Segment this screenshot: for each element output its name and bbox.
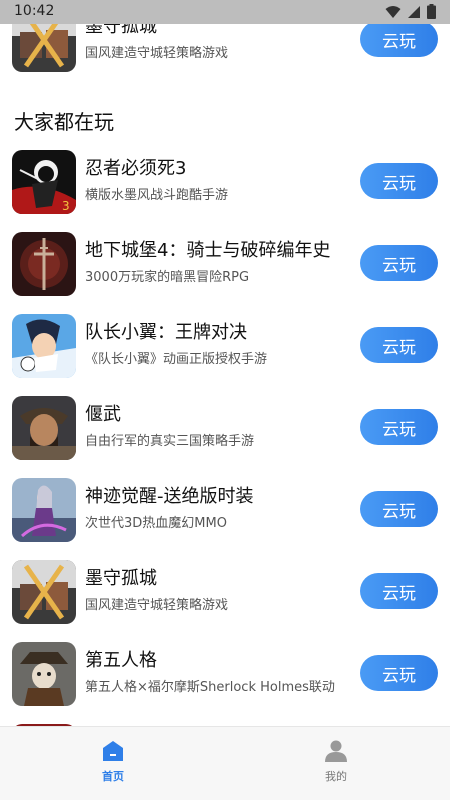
game-row[interactable]: 3 忍者必须死3 横版水墨风战斗跑酷手游 云玩 (0, 150, 450, 232)
game-icon (12, 560, 76, 624)
game-list-view[interactable]: 墨守孤城 国风建造守城轻策略游戏 云玩 大家都在玩 3 忍者必须死3 横版水墨风… (0, 24, 450, 726)
game-row-partial[interactable]: 墨守孤城 国风建造守城轻策略游戏 云玩 (0, 24, 450, 90)
cloud-play-button[interactable]: 云玩 (360, 655, 438, 691)
game-desc: 横版水墨风战斗跑酷手游 (85, 188, 229, 203)
cloud-play-button[interactable]: 云玩 (360, 327, 438, 363)
game-name: 墨守孤城 (85, 568, 157, 589)
status-icons (385, 4, 436, 19)
game-desc: 国风建造守城轻策略游戏 (85, 598, 229, 613)
game-icon (12, 314, 76, 378)
game-name: 忍者必须死3 (85, 158, 187, 179)
user-icon (325, 740, 347, 762)
cloud-play-button[interactable]: 云玩 (360, 573, 438, 609)
cloud-play-button[interactable]: 云玩 (360, 409, 438, 445)
cloud-play-button[interactable]: 云玩 (360, 24, 438, 57)
game-desc: 《队长小翼》动画正版授权手游 (85, 352, 268, 367)
cloud-play-button[interactable]: 云玩 (360, 163, 438, 199)
bottom-tab-bar: 首页 我的 (0, 726, 450, 800)
game-icon (12, 24, 76, 72)
game-row[interactable]: 队长小翼：王牌对决 《队长小翼》动画正版授权手游 云玩 (0, 314, 450, 396)
game-desc: 自由行军的真实三国策略手游 (85, 434, 255, 449)
game-row[interactable]: 第五人格 第五人格×福尔摩斯Sherlock Holmes联动 云玩 (0, 642, 450, 724)
game-name: 第五人格 (85, 650, 157, 671)
game-icon (12, 478, 76, 542)
home-icon (103, 741, 123, 761)
game-name: 神迹觉醒-送绝版时装 (85, 486, 254, 507)
game-desc: 3000万玩家的暗黑冒险RPG (85, 270, 250, 285)
game-icon: 3 (12, 150, 76, 214)
wifi-icon (385, 5, 401, 18)
status-bar: 10:42 (0, 0, 450, 24)
game-icon (12, 396, 76, 460)
game-name: 地下城堡4：骑士与破碎编年史 (85, 240, 331, 261)
game-name: 墨守孤城 (85, 24, 157, 37)
signal-icon (408, 5, 420, 18)
game-row[interactable]: 地下城堡4：骑士与破碎编年史 3000万玩家的暗黑冒险RPG 云玩 (0, 232, 450, 314)
section-title: 大家都在玩 (14, 110, 114, 134)
game-icon (12, 232, 76, 296)
tab-mine[interactable]: 我的 (276, 727, 396, 800)
game-name: 队长小翼：王牌对决 (85, 322, 247, 343)
cloud-play-button[interactable]: 云玩 (360, 245, 438, 281)
game-row[interactable]: 偃武 自由行军的真实三国策略手游 云玩 (0, 396, 450, 478)
tab-home-label: 首页 (102, 770, 124, 783)
tab-mine-label: 我的 (325, 770, 347, 783)
svg-text:3: 3 (62, 199, 70, 213)
battery-icon (427, 4, 436, 19)
game-desc: 国风建造守城轻策略游戏 (85, 46, 229, 61)
game-icon (12, 642, 76, 706)
status-time: 10:42 (14, 3, 55, 19)
game-row[interactable]: 墨守孤城 国风建造守城轻策略游戏 云玩 (0, 560, 450, 642)
game-row[interactable]: 神迹觉醒-送绝版时装 次世代3D热血魔幻MMO 云玩 (0, 478, 450, 560)
game-name: 偃武 (85, 404, 121, 425)
game-desc: 第五人格×福尔摩斯Sherlock Holmes联动 (85, 680, 335, 695)
tab-home[interactable]: 首页 (53, 727, 173, 800)
game-desc: 次世代3D热血魔幻MMO (85, 516, 227, 531)
cloud-play-button[interactable]: 云玩 (360, 491, 438, 527)
